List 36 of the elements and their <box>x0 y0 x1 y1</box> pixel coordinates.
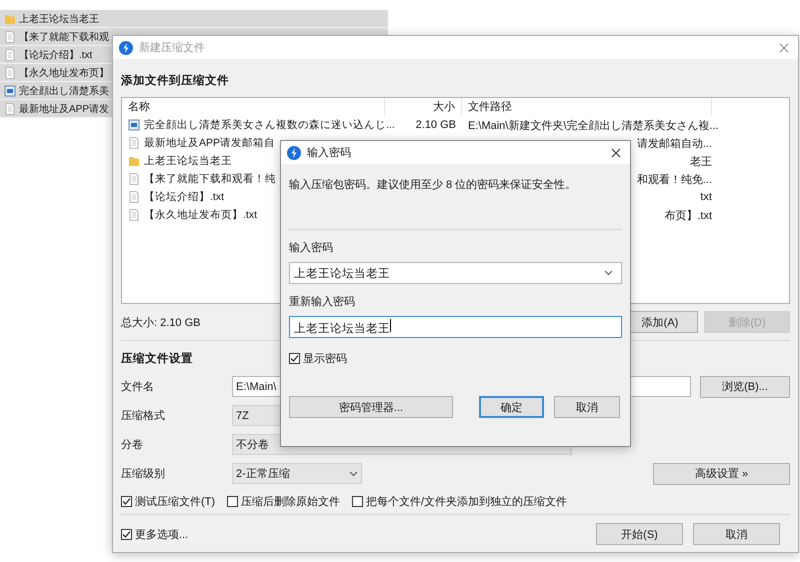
file-name: 【论坛介绍】.txt <box>144 190 224 204</box>
file-name: 【来了就能下载和观看！纯 <box>144 172 276 186</box>
field-label: 重新输入密码 <box>289 294 356 309</box>
instruction-text: 输入压缩包密码。建议使用至少 8 位的密码来保证安全性。 <box>289 178 578 193</box>
file-name: 【来了就能下载和观 <box>19 30 109 44</box>
file-name: 【永久地址发布页】 <box>19 66 109 80</box>
checkbox-label: 更多选项... <box>135 528 188 542</box>
file-path: 布页】.txt <box>664 210 712 222</box>
file-path: 和观看！纯免... <box>636 174 712 186</box>
field-label: 文件名 <box>121 380 155 394</box>
file-name: 完全顔出し清楚系美女さん複数の森に迷い込んじ... <box>144 118 395 132</box>
file-path: 老王 <box>690 156 712 168</box>
file-name: 完全顔出し清楚系美 <box>19 84 109 98</box>
total-size: 总大小: 2.10 GB <box>121 316 200 330</box>
field-label: 压缩格式 <box>121 408 166 423</box>
section-heading: 压缩文件设置 <box>121 351 193 366</box>
file-name: 上老王论坛当老王 <box>19 12 99 26</box>
file-size: 2.10 GB <box>416 119 456 131</box>
field-label: 输入密码 <box>289 240 334 255</box>
window-title: 新建压缩文件 <box>139 40 206 55</box>
checkbox-label: 显示密码 <box>303 352 347 366</box>
window-title: 输入密码 <box>307 146 352 160</box>
file-path: 请发邮箱自动... <box>636 138 712 150</box>
checkbox-label: 把每个文件/文件夹添加到独立的压缩文件 <box>366 494 568 508</box>
file-name: 【论坛介绍】.txt <box>19 48 92 62</box>
file-name: 最新地址及APP请发邮箱自 <box>144 136 276 150</box>
checkbox-label: 压缩后删除原始文件 <box>241 494 340 508</box>
file-path: txt <box>700 191 712 203</box>
file-name: 上老王论坛当老王 <box>144 154 232 168</box>
section-heading: 添加文件到压缩文件 <box>121 73 229 88</box>
file-path: E:\Main\新建文件夹\完全顔出し清楚系美女さん複... <box>468 120 719 132</box>
field-label: 压缩级别 <box>121 466 166 481</box>
file-name: 【永久地址发布页】.txt <box>144 208 258 222</box>
file-name: 最新地址及APP请发 <box>19 102 110 116</box>
checkbox-label: 测试压缩文件(T) <box>135 494 216 508</box>
field-label: 分卷 <box>121 438 144 452</box>
